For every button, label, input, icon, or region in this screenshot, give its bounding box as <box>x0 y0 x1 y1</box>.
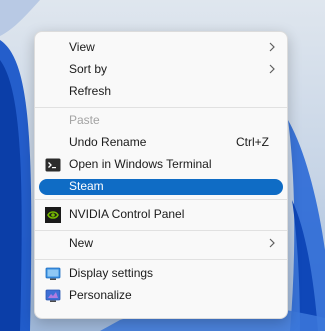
chevron-right-icon <box>269 238 275 248</box>
menu-item-label: Open in Windows Terminal <box>69 157 212 171</box>
chevron-right-icon <box>269 64 275 74</box>
menu-item-undo-rename[interactable]: Undo Rename Ctrl+Z <box>35 132 287 153</box>
menu-item-label: NVIDIA Control Panel <box>69 207 185 221</box>
menu-item-label: Personalize <box>69 288 132 302</box>
menu-separator <box>35 199 287 200</box>
menu-item-view[interactable]: View <box>35 37 287 58</box>
menu-item-label: Display settings <box>69 266 154 280</box>
chevron-right-icon <box>269 42 275 52</box>
menu-item-label: Paste <box>69 113 100 127</box>
menu-item-label: Refresh <box>69 84 112 98</box>
menu-item-steam[interactable]: Steam <box>35 178 287 199</box>
menu-item-personalize[interactable]: Personalize <box>35 285 287 306</box>
menu-separator <box>35 107 287 108</box>
personalize-icon <box>45 289 61 302</box>
menu-item-open-terminal[interactable]: Open in Windows Terminal <box>35 154 287 175</box>
menu-separator <box>35 230 287 231</box>
menu-item-label: Sort by <box>69 62 108 76</box>
nvidia-icon <box>45 207 61 223</box>
menu-item-label: View <box>69 40 95 54</box>
menu-item-label: Steam <box>69 179 104 193</box>
terminal-icon <box>45 158 61 172</box>
desktop-context-menu: View Sort by Refresh Paste Undo Rename C… <box>34 31 288 319</box>
menu-item-refresh[interactable]: Refresh <box>35 81 287 102</box>
menu-item-new[interactable]: New <box>35 233 287 254</box>
menu-item-display-settings[interactable]: Display settings <box>35 263 287 284</box>
menu-separator <box>35 259 287 260</box>
menu-item-sort-by[interactable]: Sort by <box>35 59 287 80</box>
display-icon <box>45 267 61 280</box>
shortcut-text: Ctrl+Z <box>236 135 269 149</box>
menu-item-label: New <box>69 236 94 250</box>
menu-item-nvidia-control-panel[interactable]: NVIDIA Control Panel <box>35 204 287 225</box>
desktop[interactable]: View Sort by Refresh Paste Undo Rename C… <box>0 0 325 331</box>
menu-item-paste[interactable]: Paste <box>35 110 287 131</box>
menu-item-label: Undo Rename <box>69 135 147 149</box>
